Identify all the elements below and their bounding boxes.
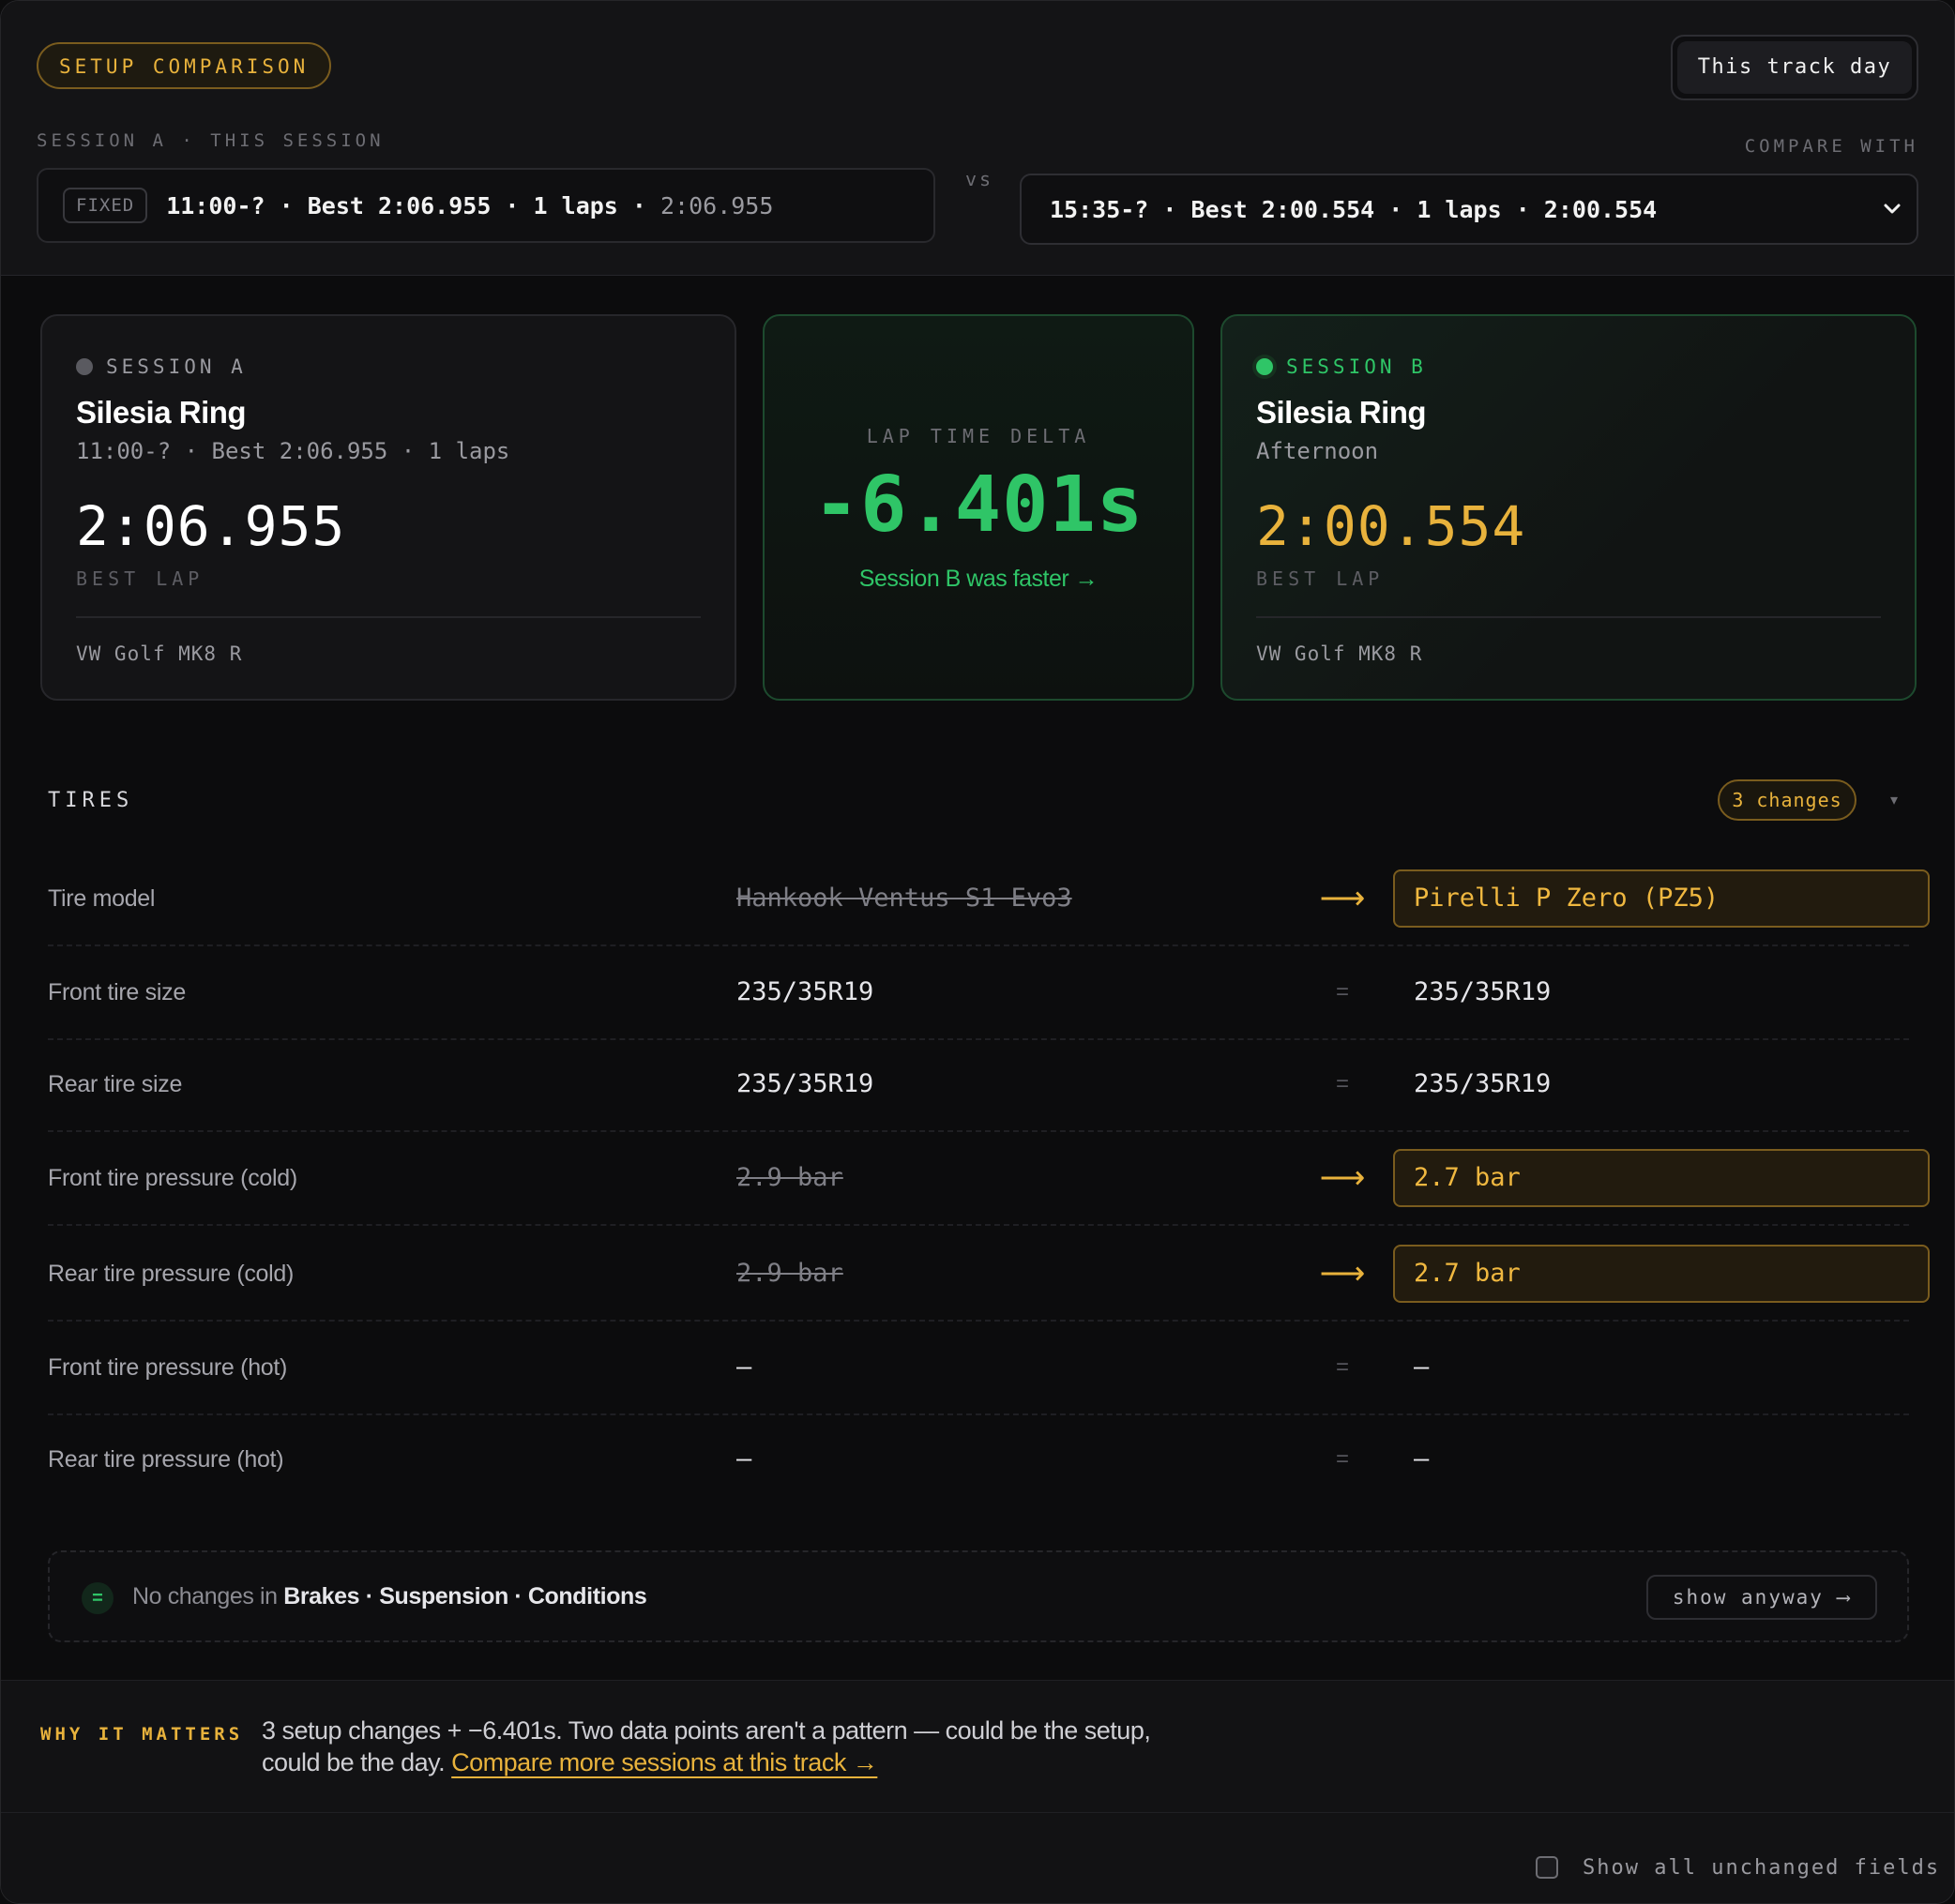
session-b-card-header: SESSION B (1256, 355, 1427, 378)
changed-arrow-icon: ⟶ (1319, 1160, 1366, 1196)
row-session-b-value: 2.7 bar (1393, 1245, 1930, 1303)
row-session-b-value: Pirelli P Zero (PZ5) (1393, 869, 1930, 928)
session-a-summary: 11:00-? · Best 2:06.955 · 1 laps · 2:06.… (166, 192, 773, 219)
show-anyway-button[interactable]: show anyway ⟶ (1646, 1575, 1877, 1620)
no-changes-summary: = No changes in Brakes · Suspension · Co… (48, 1550, 1909, 1642)
equal-icon: = (1335, 1446, 1349, 1472)
no-changes-categories: Brakes · Suspension · Conditions (283, 1583, 647, 1609)
row-session-b-value: — (1414, 1352, 1430, 1382)
session-b-status-dot-icon (1256, 358, 1273, 375)
equal-badge-icon: = (82, 1582, 114, 1614)
session-b-best-lap: 2:00.554 (1256, 494, 1526, 558)
session-b-divider (1256, 616, 1881, 618)
show-unchanged-label[interactable]: Show all unchanged fields (1583, 1856, 1940, 1880)
row-session-a-value: — (736, 1444, 752, 1473)
row-session-b-value: 235/35R19 (1414, 977, 1552, 1006)
session-a-card: SESSION A Silesia Ring 11:00-? · Best 2:… (40, 314, 736, 701)
track-day-scope-label: This track day (1677, 41, 1912, 94)
show-unchanged-checkbox[interactable] (1536, 1856, 1558, 1879)
session-a-subtitle: 11:00-? · Best 2:06.955 · 1 laps (76, 438, 510, 464)
setup-comparison-panel: SETUP COMPARISON This track day SESSION … (0, 0, 1955, 1904)
session-b-card-label: SESSION B (1286, 355, 1427, 378)
session-a-card-label: SESSION A (106, 355, 247, 378)
row-label: Rear tire pressure (cold) (48, 1261, 295, 1287)
row-session-a-value: Hankook Ventus S1 Evo3 (736, 884, 1072, 913)
fixed-tag: FIXED (63, 188, 148, 223)
session-b-track-name: Silesia Ring (1256, 395, 1427, 430)
why-it-matters-section: WHY IT MATTERS 3 setup changes + −6.401s… (1, 1680, 1954, 1813)
row-session-a-value: 235/35R19 (736, 977, 874, 1006)
why-it-matters-label: WHY IT MATTERS (40, 1724, 244, 1745)
tire-row-rear-size: Rear tire size 235/35R19 = 235/35R19 (48, 1038, 1909, 1132)
comparison-footer: Show all unchanged fields (1, 1813, 1954, 1903)
changed-arrow-icon: ⟶ (1319, 881, 1366, 916)
session-a-summary-text: 11:00-? · Best 2:06.955 · 1 laps · (166, 191, 660, 219)
lap-time-delta-card: LAP TIME DELTA -6.401s Session B was fas… (763, 314, 1194, 701)
changed-arrow-icon: ⟶ (1319, 1256, 1366, 1292)
row-label: Front tire pressure (cold) (48, 1165, 297, 1191)
session-a-card-header: SESSION A (76, 355, 247, 378)
equal-icon: = (1335, 979, 1349, 1005)
no-changes-prefix: No changes in (132, 1583, 284, 1609)
equal-icon: = (1335, 1354, 1349, 1380)
compare-session-select[interactable]: 15:35-? · Best 2:00.554 · 1 laps · 2:00.… (1020, 174, 1918, 245)
row-session-b-value: 2.7 bar (1393, 1149, 1930, 1207)
session-a-best-lap-label: BEST LAP (76, 567, 205, 590)
compare-with-label: COMPARE WITH (1744, 136, 1918, 157)
session-a-best-lap: 2:06.955 (76, 494, 346, 558)
session-a-car: VW Golf MK8 R (76, 642, 243, 665)
session-b-best-lap-label: BEST LAP (1256, 567, 1385, 590)
row-session-a-value: 2.9 bar (736, 1259, 843, 1288)
row-label: Tire model (48, 885, 156, 912)
track-day-scope-button[interactable]: This track day (1671, 35, 1918, 100)
equal-icon: = (1335, 1071, 1349, 1096)
session-a-track-name: Silesia Ring (76, 395, 247, 430)
tire-row-front-pressure-cold: Front tire pressure (cold) 2.9 bar ⟶ 2.7… (48, 1132, 1930, 1226)
lap-time-delta-note: Session B was faster → (858, 566, 1099, 592)
tire-row-front-size: Front tire size 235/35R19 = 235/35R19 (48, 946, 1909, 1040)
session-a-header-label: SESSION A · THIS SESSION (37, 130, 385, 151)
row-session-a-value: — (736, 1352, 752, 1382)
tire-row-rear-pressure-cold: Rear tire pressure (cold) 2.9 bar ⟶ 2.7 … (48, 1228, 1930, 1322)
comparison-header: SETUP COMPARISON This track day SESSION … (1, 1, 1954, 276)
collapse-caret-icon[interactable]: ▾ (1890, 791, 1898, 809)
row-label: Front tire pressure (hot) (48, 1354, 288, 1381)
session-b-subtitle: Afternoon (1256, 438, 1379, 464)
chevron-down-icon (1881, 198, 1903, 225)
tires-section-title: TIRES (48, 789, 134, 812)
compare-session-selected-value: 15:35-? · Best 2:00.554 · 1 laps · 2:00.… (1050, 195, 1658, 223)
row-label: Rear tire size (48, 1071, 183, 1097)
row-session-a-value: 235/35R19 (736, 1069, 874, 1098)
no-changes-text: No changes in Brakes · Suspension · Cond… (132, 1552, 647, 1640)
row-session-a-value: 2.9 bar (736, 1163, 843, 1192)
compare-more-sessions-link[interactable]: Compare more sessions at this track → (451, 1748, 878, 1776)
tire-row-tire-model: Tire model Hankook Ventus S1 Evo3 ⟶ Pire… (48, 853, 1930, 946)
lap-time-delta-label: LAP TIME DELTA (866, 425, 1091, 447)
why-it-matters-body: 3 setup changes + −6.401s. Two data poin… (262, 1715, 1200, 1778)
tire-row-rear-pressure-hot: Rear tire pressure (hot) — = — (48, 1413, 1909, 1505)
tires-changes-badge: 3 changes (1718, 779, 1856, 821)
setup-comparison-badge: SETUP COMPARISON (37, 42, 332, 89)
session-a-divider (76, 616, 701, 618)
session-a-fixed-field: FIXED 11:00-? · Best 2:06.955 · 1 laps ·… (37, 168, 935, 243)
row-session-b-value: — (1414, 1444, 1430, 1473)
row-session-b-value: 235/35R19 (1414, 1069, 1552, 1098)
session-a-summary-time: 2:06.955 (660, 191, 774, 219)
tire-row-front-pressure-hot: Front tire pressure (hot) — = — (48, 1322, 1909, 1415)
row-label: Front tire size (48, 979, 186, 1005)
row-label: Rear tire pressure (hot) (48, 1446, 284, 1473)
session-a-status-dot-icon (76, 358, 93, 375)
session-b-card: SESSION B Silesia Ring Afternoon 2:00.55… (1220, 314, 1917, 701)
lap-time-delta-value: -6.401s (812, 461, 1144, 550)
session-b-car: VW Golf MK8 R (1256, 642, 1423, 665)
vs-label: vs (965, 168, 994, 190)
